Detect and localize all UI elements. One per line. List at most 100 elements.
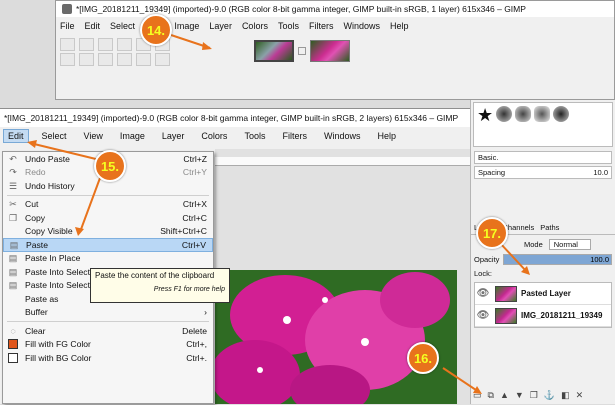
- menu-view[interactable]: View: [80, 130, 107, 142]
- tool-icon[interactable]: [98, 53, 113, 66]
- right-dock: ★ Basic. Spacing 10.0 LayersChannelsPath…: [470, 100, 615, 404]
- spacing-field[interactable]: Spacing 10.0: [474, 166, 612, 179]
- paste-tooltip: Paste the content of the clipboard Press…: [90, 268, 230, 303]
- menu-item-shortcut: ›: [204, 307, 207, 318]
- layers-list: 👁 Pasted Layer 👁 IMG_20181211_19349: [474, 282, 612, 328]
- menu-item-copy-visible[interactable]: Copy Visible Shift+Ctrl+C: [3, 225, 213, 239]
- brush-icon[interactable]: [515, 106, 532, 122]
- menu-item-paste-in-place[interactable]: ▤ Paste In Place: [3, 252, 213, 266]
- back-menu-filters[interactable]: Filters: [309, 21, 334, 31]
- copy-icon: ❐: [8, 212, 18, 223]
- step-badge-14: 14.: [140, 14, 172, 46]
- tool-icon[interactable]: [79, 53, 94, 66]
- back-menu-tools[interactable]: Tools: [278, 21, 299, 31]
- menu-help[interactable]: Help: [373, 130, 400, 142]
- new-layer-icon[interactable]: ▭: [473, 390, 482, 401]
- duplicate-layer-icon[interactable]: ❐: [530, 390, 538, 401]
- visibility-eye-icon[interactable]: 👁: [475, 288, 491, 299]
- menu-image[interactable]: Image: [116, 130, 149, 142]
- brush-icon[interactable]: [496, 106, 513, 122]
- menu-item-fill-with-fg-color[interactable]: Fill with FG Color Ctrl+,: [3, 338, 213, 352]
- menu-item-shortcut: Ctrl+X: [182, 199, 207, 210]
- blank-icon: [8, 307, 18, 317]
- spacing-label: Spacing: [478, 168, 506, 177]
- menu-item-copy[interactable]: ❐ Copy Ctrl+C: [3, 211, 213, 225]
- menu-item-clear[interactable]: ◌ Clear Delete: [3, 324, 213, 338]
- tooltip-hint: Press F1 for more help: [153, 286, 225, 293]
- paste-icon: ▤: [8, 266, 18, 277]
- layer-row[interactable]: 👁 IMG_20181211_19349: [475, 305, 611, 327]
- back-menu-select[interactable]: Select: [110, 21, 135, 31]
- layer-thumbnail: [495, 285, 517, 302]
- menu-item-paste[interactable]: ▤ Paste Ctrl+V: [3, 238, 213, 252]
- new-group-icon[interactable]: ⧉: [488, 390, 494, 401]
- menu-edit[interactable]: Edit: [3, 129, 29, 143]
- tool-icon[interactable]: [98, 38, 113, 51]
- back-menu-windows[interactable]: Windows: [343, 21, 380, 31]
- blank-icon: [8, 226, 18, 236]
- lower-layer-icon[interactable]: ▼: [515, 390, 524, 401]
- step-badge-16: 16.: [407, 342, 439, 374]
- back-menu-edit[interactable]: Edit: [85, 21, 101, 31]
- visibility-eye-icon[interactable]: 👁: [475, 310, 491, 321]
- menu-colors[interactable]: Colors: [197, 130, 231, 142]
- opacity-row: Opacity 100.0: [474, 254, 612, 265]
- layer-name: Pasted Layer: [521, 289, 571, 298]
- back-menu-layer[interactable]: Layer: [209, 21, 232, 31]
- menu-item-label: Paste: [26, 239, 48, 250]
- paste-icon: ▤: [8, 253, 18, 264]
- bg-swatch: [8, 352, 18, 363]
- image-tab-thumbnail[interactable]: [254, 40, 294, 62]
- menu-item-label: Copy: [25, 212, 46, 223]
- menu-tools[interactable]: Tools: [240, 130, 269, 142]
- image-tab-thumbnail-2[interactable]: [310, 40, 350, 62]
- redo-icon: ↷: [9, 167, 17, 178]
- menu-item-fill-with-bg-color[interactable]: Fill with BG Color Ctrl+.: [3, 351, 213, 365]
- back-menu-file[interactable]: File: [60, 21, 75, 31]
- clear-icon: ◌: [10, 325, 16, 336]
- brush-icon[interactable]: [534, 106, 551, 122]
- raise-layer-icon[interactable]: ▲: [500, 390, 509, 401]
- menu-separator: [7, 194, 209, 196]
- menu-layer[interactable]: Layer: [158, 130, 189, 142]
- star-brush-icon[interactable]: ★: [477, 106, 493, 124]
- menu-item-cut[interactable]: ✂ Cut Ctrl+X: [3, 198, 213, 212]
- brush-grid[interactable]: ★: [473, 102, 613, 147]
- menu-select[interactable]: Select: [38, 130, 71, 142]
- mask-icon[interactable]: ◧: [561, 390, 570, 401]
- delete-layer-icon[interactable]: ✕: [576, 390, 584, 401]
- layer-buttons: ▭ ⧉ ▲ ▼ ❐ ⚓ ◧ ✕: [473, 390, 613, 401]
- menu-item-shortcut: Shift+Ctrl+C: [160, 226, 207, 237]
- tool-icon[interactable]: [136, 53, 151, 66]
- opacity-slider[interactable]: 100.0: [503, 254, 612, 265]
- menu-filters[interactable]: Filters: [278, 130, 311, 142]
- anchor-icon[interactable]: ⚓: [544, 390, 555, 401]
- layer-name: IMG_20181211_19349: [521, 311, 603, 320]
- tool-icon[interactable]: [117, 53, 132, 66]
- step-badge-17: 17.: [476, 217, 508, 249]
- mode-dropdown[interactable]: Normal: [548, 239, 591, 250]
- tool-icon[interactable]: [117, 38, 132, 51]
- layer-row[interactable]: 👁 Pasted Layer: [475, 283, 611, 305]
- menu-item-label: Redo: [25, 167, 46, 178]
- tool-icon[interactable]: [155, 53, 170, 66]
- undo-icon: ↶: [9, 153, 17, 164]
- front-window-title: *[IMG_20181211_19349] (imported)-9.0 (RG…: [4, 113, 459, 123]
- tool-icon[interactable]: [60, 38, 75, 51]
- close-tab-icon[interactable]: [298, 47, 306, 55]
- menu-item-shortcut: Ctrl+Y: [182, 167, 207, 178]
- menu-item-buffer[interactable]: Buffer ›: [3, 306, 213, 320]
- menu-windows[interactable]: Windows: [320, 130, 365, 142]
- back-menu-colors[interactable]: Colors: [242, 21, 268, 31]
- menu-item-shortcut: Ctrl+.: [186, 352, 207, 363]
- back-menu-image[interactable]: Image: [174, 21, 199, 31]
- back-window-title: *[IMG_20181211_19349] (imported)-9.0 (RG…: [76, 4, 526, 14]
- brush-icon[interactable]: [553, 106, 570, 122]
- back-menu-help[interactable]: Help: [390, 21, 409, 31]
- tab-paths[interactable]: Paths: [540, 223, 559, 232]
- flower-image-canvas[interactable]: [215, 270, 457, 404]
- back-title-bar: *[IMG_20181211_19349] (imported)-9.0 (RG…: [56, 1, 614, 17]
- menu-item-shortcut: Ctrl+,: [186, 339, 207, 350]
- tool-icon[interactable]: [79, 38, 94, 51]
- tool-icon[interactable]: [60, 53, 75, 66]
